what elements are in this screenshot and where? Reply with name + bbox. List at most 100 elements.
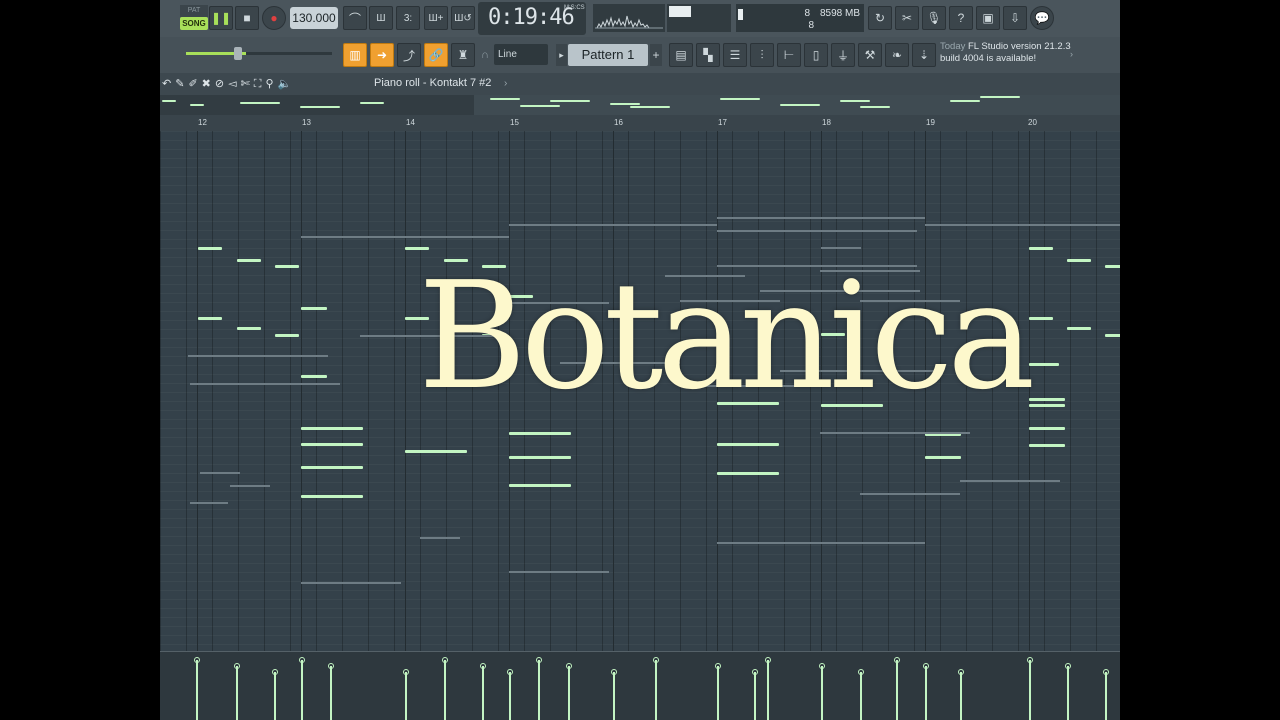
velocity-handle[interactable] bbox=[752, 669, 758, 675]
note[interactable] bbox=[509, 456, 571, 459]
velocity-stem[interactable] bbox=[717, 666, 719, 720]
velocity-handle[interactable] bbox=[234, 663, 240, 669]
note[interactable] bbox=[1029, 444, 1065, 447]
note[interactable] bbox=[301, 443, 363, 446]
news-panel[interactable]: Today FL Studio version 21.2.3 build 400… bbox=[940, 41, 1080, 71]
velocity-handle[interactable] bbox=[923, 663, 929, 669]
velocity-stem[interactable] bbox=[538, 660, 540, 720]
magnet-button[interactable]: ♜ bbox=[451, 43, 475, 67]
countdown-button[interactable]: 3: bbox=[396, 6, 420, 30]
pause-button[interactable]: ❚❚ bbox=[209, 6, 233, 30]
note[interactable] bbox=[198, 317, 222, 320]
mixer-button[interactable]: ⫶ bbox=[750, 43, 774, 67]
note[interactable] bbox=[1029, 427, 1065, 430]
velocity-stem[interactable] bbox=[896, 660, 898, 720]
note[interactable] bbox=[1029, 247, 1053, 250]
velocity-stem[interactable] bbox=[1029, 660, 1031, 720]
project-button[interactable]: ▯ bbox=[804, 43, 828, 67]
velocity-stem[interactable] bbox=[274, 672, 276, 720]
playlist-button[interactable]: ▤ bbox=[669, 43, 693, 67]
note[interactable] bbox=[717, 443, 779, 446]
velocity-handle[interactable] bbox=[566, 663, 572, 669]
metronome-button[interactable]: ⌒ bbox=[343, 6, 367, 30]
mute-icon[interactable]: ⊘ bbox=[215, 78, 228, 90]
velocity-stem[interactable] bbox=[1105, 672, 1107, 720]
link-button[interactable]: 🔗 bbox=[424, 43, 448, 67]
undo-history-button[interactable]: ↻ bbox=[868, 6, 892, 30]
note[interactable] bbox=[1029, 317, 1053, 320]
velocity-handle[interactable] bbox=[858, 669, 864, 675]
velocity-handle[interactable] bbox=[958, 669, 964, 675]
step-sequencer-button[interactable]: ⤴ bbox=[397, 43, 421, 67]
piano-roll-tools[interactable]: ↶✎✐✖⊘◅✄⛶⚲🔈 bbox=[162, 77, 295, 91]
snap-mode-select[interactable]: Line bbox=[494, 44, 548, 65]
note[interactable] bbox=[301, 375, 327, 378]
velocity-handle[interactable] bbox=[403, 669, 409, 675]
playlist-view-button[interactable]: ➜ bbox=[370, 43, 394, 67]
news-arrow-icon[interactable]: › bbox=[1070, 49, 1073, 59]
velocity-stem[interactable] bbox=[821, 666, 823, 720]
velocity-handle[interactable] bbox=[194, 657, 200, 663]
note[interactable] bbox=[198, 247, 222, 250]
velocity-handle[interactable] bbox=[715, 663, 721, 669]
velocity-handle[interactable] bbox=[1065, 663, 1071, 669]
title-chevron-icon[interactable]: › bbox=[504, 78, 507, 89]
tempo-tapper-button[interactable]: ⚒ bbox=[858, 43, 882, 67]
speaker-icon[interactable]: 🔈 bbox=[278, 78, 296, 90]
render-button[interactable]: ⇩ bbox=[1003, 6, 1027, 30]
velocity-handle[interactable] bbox=[328, 663, 334, 669]
note[interactable] bbox=[925, 456, 961, 459]
note[interactable] bbox=[301, 466, 363, 469]
velocity-stem[interactable] bbox=[509, 672, 511, 720]
loop-record-button[interactable]: Ш↺ bbox=[451, 6, 475, 30]
velocity-handle[interactable] bbox=[765, 657, 771, 663]
velocity-stem[interactable] bbox=[925, 666, 927, 720]
audio-input-button[interactable]: 🎙 bbox=[922, 6, 946, 30]
download-button[interactable]: ⇣ bbox=[912, 43, 936, 67]
browser-tree-button[interactable]: ⊢ bbox=[777, 43, 801, 67]
song-time-display[interactable]: 0:19:46 M:S:CS bbox=[478, 2, 586, 35]
zoom-icon[interactable]: ⚲ bbox=[265, 78, 277, 90]
note[interactable] bbox=[301, 427, 363, 430]
pencil-icon[interactable]: ✎ bbox=[175, 78, 188, 90]
velocity-stem[interactable] bbox=[196, 660, 198, 720]
velocity-stem[interactable] bbox=[482, 666, 484, 720]
note[interactable] bbox=[509, 432, 571, 435]
chat-button[interactable]: 💬 bbox=[1030, 6, 1054, 30]
velocity-stem[interactable] bbox=[655, 660, 657, 720]
velocity-handle[interactable] bbox=[299, 657, 305, 663]
save-button[interactable]: ▣ bbox=[976, 6, 1000, 30]
record-button[interactable]: ● bbox=[262, 6, 286, 30]
velocity-handle[interactable] bbox=[1027, 657, 1033, 663]
paint-brush-icon[interactable]: ✐ bbox=[188, 78, 201, 90]
note[interactable] bbox=[237, 327, 261, 330]
note[interactable] bbox=[405, 450, 467, 453]
pattern-prev-button[interactable]: ▸ bbox=[556, 44, 567, 66]
velocity-handle[interactable] bbox=[653, 657, 659, 663]
pattern-select[interactable]: Pattern 1 bbox=[568, 44, 648, 66]
velocity-handle[interactable] bbox=[611, 669, 617, 675]
velocity-handle[interactable] bbox=[894, 657, 900, 663]
stop-button[interactable]: ■ bbox=[235, 6, 259, 30]
velocity-handle[interactable] bbox=[1103, 669, 1109, 675]
velocity-stem[interactable] bbox=[301, 660, 303, 720]
pattern-add-button[interactable]: + bbox=[650, 44, 662, 66]
note[interactable] bbox=[275, 265, 299, 268]
velocity-handle[interactable] bbox=[507, 669, 513, 675]
wait-input-button[interactable]: Ш bbox=[369, 6, 393, 30]
master-volume-knob[interactable] bbox=[234, 47, 242, 60]
note[interactable] bbox=[1105, 265, 1120, 268]
velocity-stem[interactable] bbox=[330, 666, 332, 720]
note[interactable] bbox=[509, 484, 571, 487]
note[interactable] bbox=[301, 495, 363, 498]
overview-strip[interactable] bbox=[160, 95, 1120, 115]
note[interactable] bbox=[1029, 363, 1059, 366]
velocity-stem[interactable] bbox=[754, 672, 756, 720]
note[interactable] bbox=[1067, 327, 1091, 330]
note[interactable] bbox=[1105, 334, 1120, 337]
slice-icon[interactable]: ✄ bbox=[241, 78, 254, 90]
select-icon[interactable]: ⛶ bbox=[254, 78, 266, 90]
velocity-handle[interactable] bbox=[442, 657, 448, 663]
velocity-stem[interactable] bbox=[1067, 666, 1069, 720]
pat-song-toggle[interactable]: PAT SONG bbox=[180, 5, 208, 32]
